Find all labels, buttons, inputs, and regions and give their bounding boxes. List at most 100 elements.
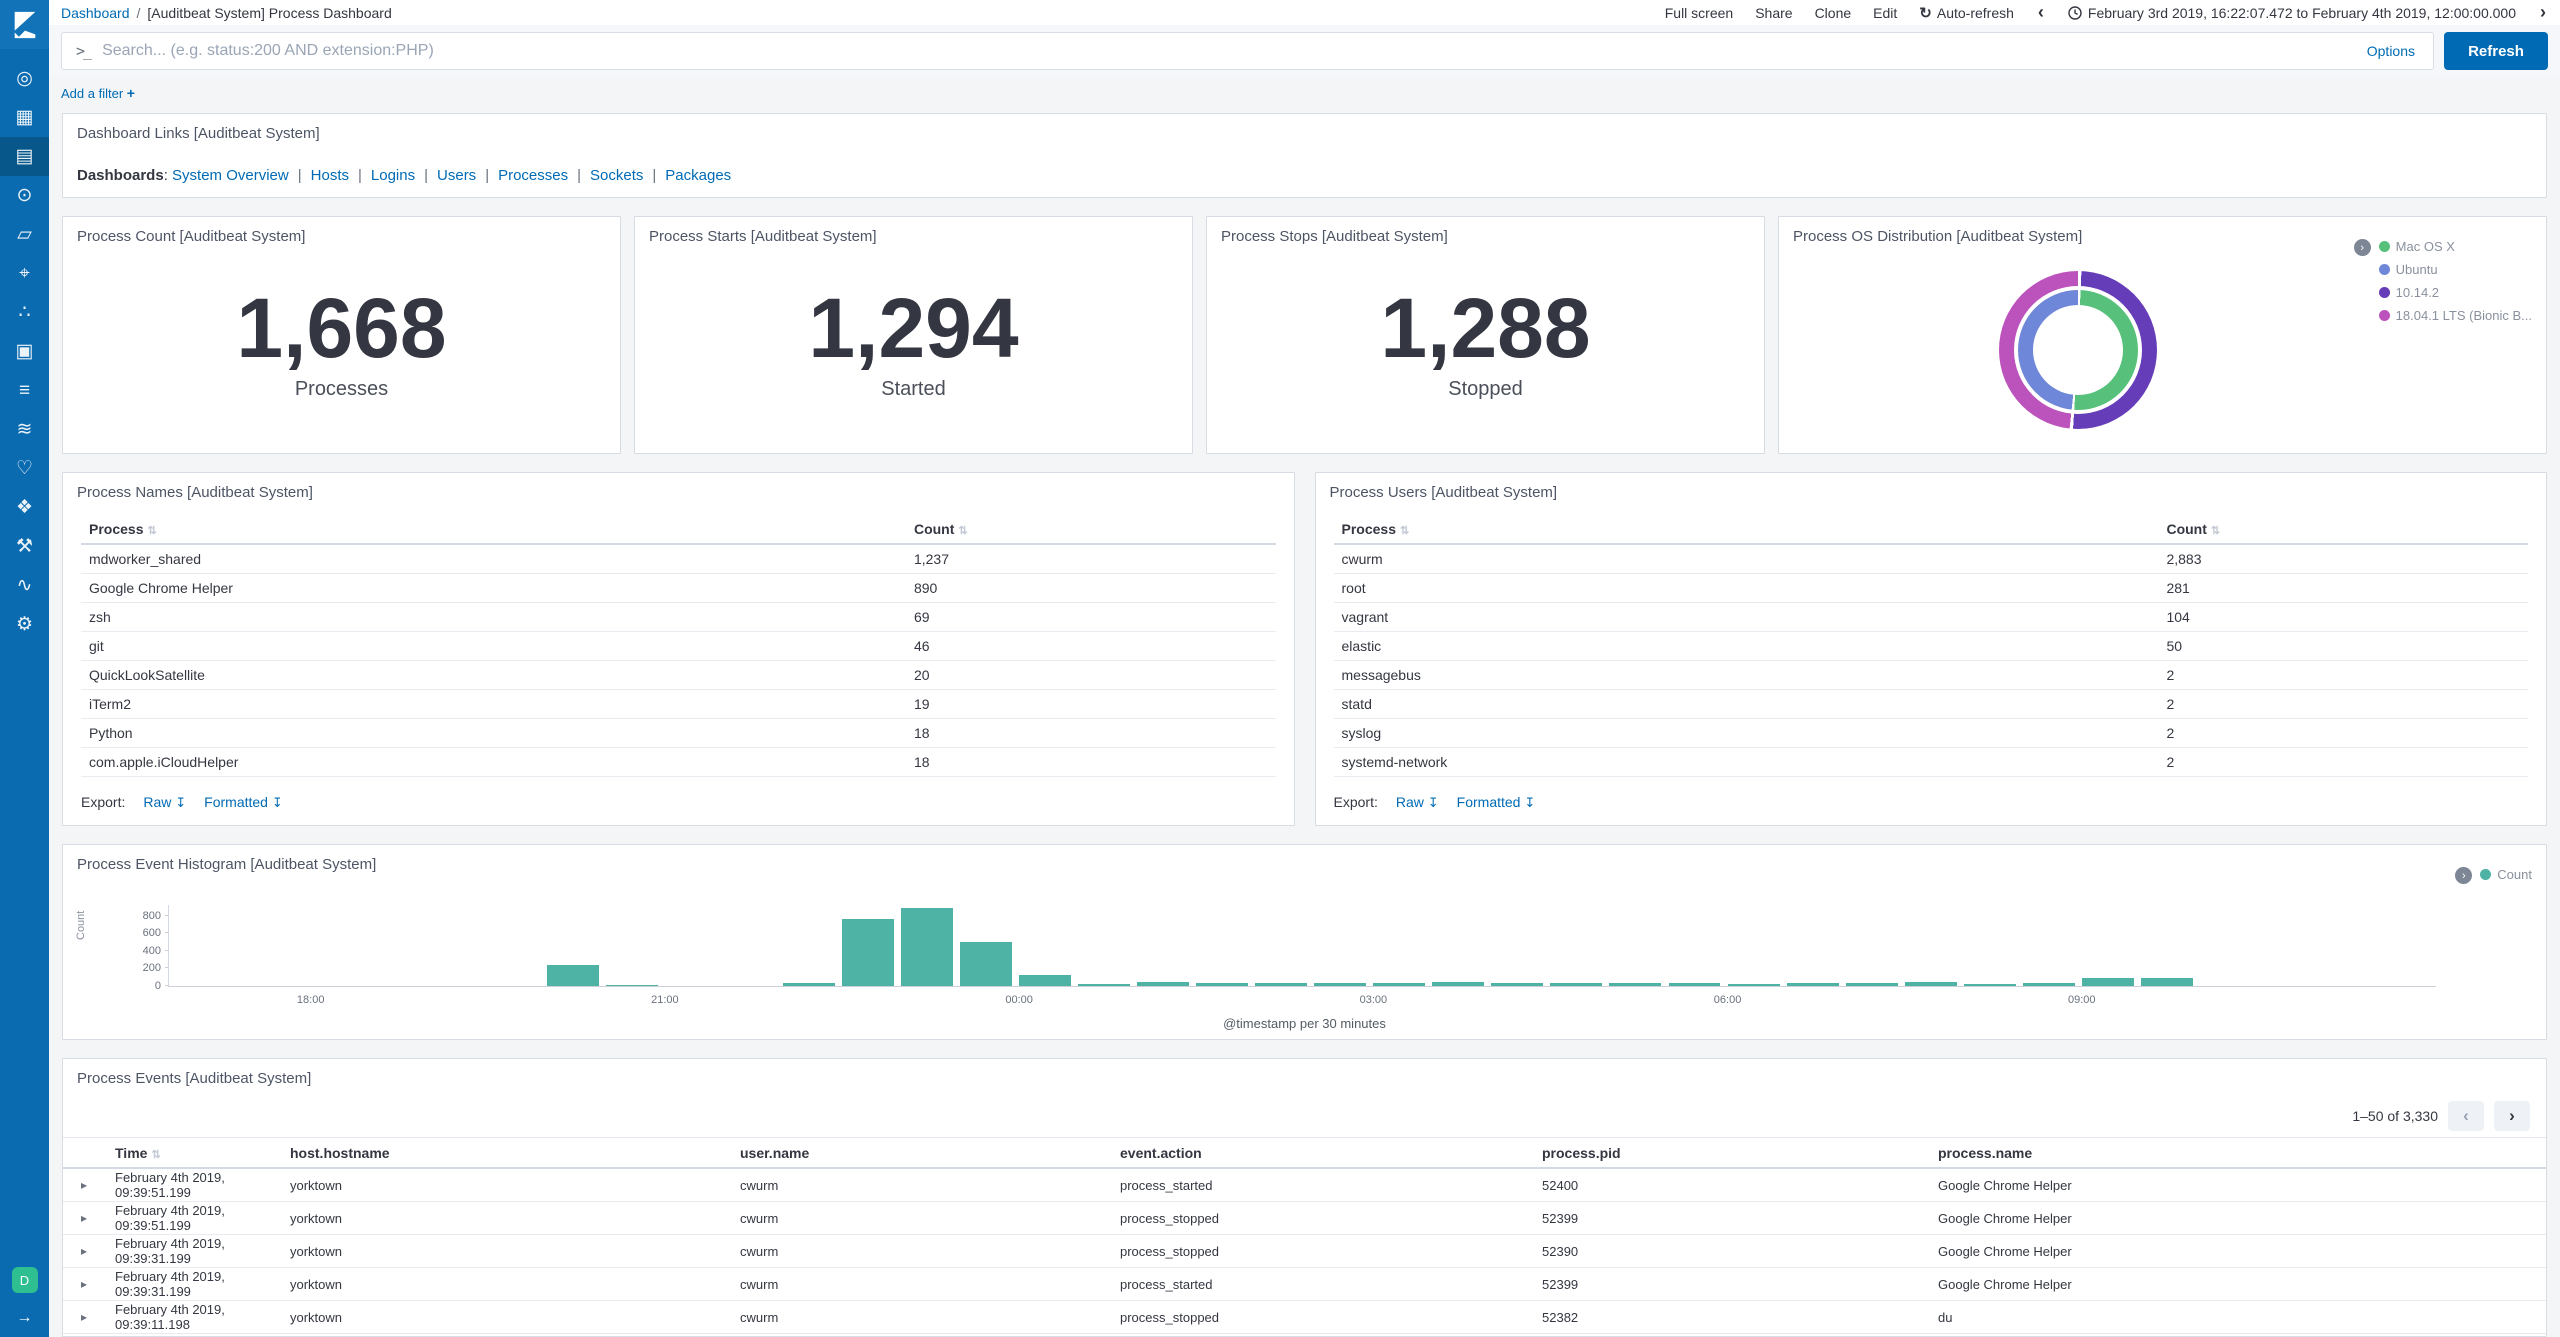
dashboard-link-logins[interactable]: Logins	[371, 167, 415, 184]
histogram-bar[interactable]	[1550, 982, 1603, 986]
histogram-bar[interactable]	[1196, 982, 1249, 986]
dashboard-link-processes[interactable]: Processes	[498, 167, 568, 184]
legend-toggle-icon[interactable]: ›	[2455, 867, 2473, 884]
clock-icon	[2068, 5, 2082, 20]
sidebar-item-discover[interactable]: ◎	[0, 59, 49, 98]
dashboard-link-packages[interactable]: Packages	[665, 167, 731, 184]
breadcrumb-dashboard-link[interactable]: Dashboard	[61, 5, 130, 21]
histogram-bar[interactable]	[960, 942, 1013, 986]
full-screen-button[interactable]: Full screen	[1665, 5, 1733, 21]
export-raw-link[interactable]: Raw ↧	[1396, 794, 1439, 811]
legend-item[interactable]: 10.14.2	[2378, 285, 2532, 300]
histogram-bar[interactable]	[2140, 977, 2193, 986]
panel-event-histogram: Process Event Histogram [Auditbeat Syste…	[62, 844, 2547, 1040]
sidebar-item-apm[interactable]: ≋	[0, 410, 49, 449]
column-header-process[interactable]: Process ⇅	[89, 521, 914, 537]
histogram-bar[interactable]	[1963, 983, 2016, 986]
expand-row-icon[interactable]: ▸	[81, 1178, 115, 1192]
histogram-bar[interactable]	[1904, 982, 1957, 986]
prev-page-button[interactable]: ‹	[2448, 1101, 2484, 1131]
sidebar-item-canvas[interactable]: ▱	[0, 215, 49, 254]
export-formatted-link[interactable]: Formatted ↧	[204, 794, 283, 811]
time-back-chevron-icon[interactable]: ‹	[2036, 2, 2046, 23]
sidebar-item-monitoring[interactable]: ∿	[0, 566, 49, 605]
dashboard-link-sockets[interactable]: Sockets	[590, 167, 643, 184]
legend-toggle-icon[interactable]: ›	[2353, 239, 2371, 256]
donut-outer-ring[interactable]	[1998, 271, 2157, 429]
column-header-process-name[interactable]: process.name	[1938, 1145, 2528, 1161]
dashboard-link-system-overview[interactable]: System Overview	[172, 167, 289, 184]
sidebar-item-dashboard[interactable]: ▤	[0, 137, 49, 176]
expand-row-icon[interactable]: ▸	[81, 1310, 115, 1324]
histogram-bar[interactable]	[1432, 982, 1485, 986]
sidebar-item-infrastructure[interactable]: ▣	[0, 332, 49, 371]
legend-item[interactable]: 18.04.1 LTS (Bionic B...	[2378, 308, 2532, 323]
histogram-bar[interactable]	[1845, 982, 1898, 986]
search-input[interactable]	[102, 42, 2355, 60]
donut-inner-ring[interactable]	[2017, 290, 2138, 410]
column-header-time[interactable]: Time ⇅	[115, 1145, 290, 1161]
stats-tables-row: Process Names [Auditbeat System] Process ⇅…	[62, 472, 2547, 826]
expand-row-icon[interactable]: ▸	[81, 1211, 115, 1225]
clone-button[interactable]: Clone	[1815, 5, 1852, 21]
space-avatar[interactable]: D	[11, 1267, 38, 1293]
legend-item[interactable]: Ubuntu	[2378, 262, 2532, 277]
sidebar-item-dev-tools[interactable]: ⚒	[0, 527, 49, 566]
histogram-bar[interactable]	[1727, 983, 1780, 986]
sidebar-item-machine-learning[interactable]: ∴	[0, 293, 49, 332]
expand-row-icon[interactable]: ▸	[81, 1244, 115, 1258]
add-filter-button[interactable]: Add a filter +	[61, 85, 135, 101]
query-options-link[interactable]: Options	[2367, 43, 2415, 59]
sidebar-item-uptime[interactable]: ♡	[0, 449, 49, 488]
legend-item-count[interactable]: Count	[2480, 867, 2532, 882]
histogram-bar[interactable]	[1137, 982, 1190, 986]
edit-button[interactable]: Edit	[1873, 5, 1897, 21]
histogram-bar[interactable]	[842, 919, 894, 986]
legend-item[interactable]: Mac OS X	[2378, 239, 2532, 254]
sidebar-item-logs[interactable]: ≡	[0, 371, 49, 410]
sidebar-item-management[interactable]: ⚙	[0, 605, 49, 644]
histogram-bar[interactable]	[2081, 977, 2134, 986]
column-header-event-action[interactable]: event.action	[1120, 1145, 1542, 1161]
series-dot-icon	[2378, 241, 2390, 252]
refresh-button[interactable]: Refresh	[2444, 32, 2548, 70]
kibana-logo[interactable]	[0, 0, 49, 49]
console-prompt-icon: >_	[76, 42, 92, 60]
column-header-process-pid[interactable]: process.pid	[1542, 1145, 1938, 1161]
expand-row-icon[interactable]: ▸	[81, 1277, 115, 1291]
histogram-bar[interactable]	[1255, 983, 1308, 986]
histogram-bar[interactable]	[1078, 983, 1131, 986]
histogram-bar[interactable]	[546, 965, 599, 986]
auto-refresh-button[interactable]: ↻ Auto-refresh	[1919, 4, 2014, 22]
histogram-bar[interactable]	[605, 984, 658, 986]
dashboard-link-hosts[interactable]: Hosts	[311, 167, 349, 184]
share-button[interactable]: Share	[1755, 5, 1792, 21]
column-header-count[interactable]: Count ⇅	[914, 521, 1268, 537]
export-raw-link[interactable]: Raw ↧	[143, 794, 186, 811]
histogram-bar[interactable]	[1314, 982, 1367, 986]
histogram-bar[interactable]	[1491, 982, 1544, 986]
events-rows: ▸ February 4th 2019, 09:39:51.199 yorktown…	[63, 1169, 2546, 1334]
column-header-count[interactable]: Count ⇅	[2166, 521, 2520, 537]
sidebar-item-timelion[interactable]: ⊙	[0, 176, 49, 215]
column-header-host-hostname[interactable]: host.hostname	[290, 1145, 740, 1161]
sidebar-item-graph[interactable]: ❖	[0, 488, 49, 527]
histogram-bar[interactable]	[1786, 982, 1839, 986]
time-forward-chevron-icon[interactable]: ›	[2538, 2, 2548, 23]
histogram-bar[interactable]	[782, 983, 835, 986]
histogram-bar[interactable]	[901, 907, 953, 986]
export-formatted-link[interactable]: Formatted ↧	[1457, 794, 1536, 811]
histogram-bar[interactable]	[1019, 974, 1072, 986]
column-header-process[interactable]: Process ⇅	[1342, 521, 2167, 537]
dashboard-link-users[interactable]: Users	[437, 167, 476, 184]
histogram-bar[interactable]	[1373, 982, 1426, 986]
sidebar-collapse-arrow-icon[interactable]: →	[17, 1309, 33, 1327]
histogram-bar[interactable]	[2022, 983, 2075, 986]
sidebar-item-maps[interactable]: ⌖	[0, 254, 49, 293]
histogram-bar[interactable]	[1668, 982, 1721, 986]
sidebar-item-visualize[interactable]: ▦	[0, 98, 49, 137]
next-page-button[interactable]: ›	[2494, 1101, 2530, 1131]
time-range-picker[interactable]: February 3rd 2019, 16:22:07.472 to Febru…	[2068, 5, 2516, 21]
histogram-bar[interactable]	[1609, 983, 1662, 986]
column-header-user-name[interactable]: user.name	[740, 1145, 1120, 1161]
